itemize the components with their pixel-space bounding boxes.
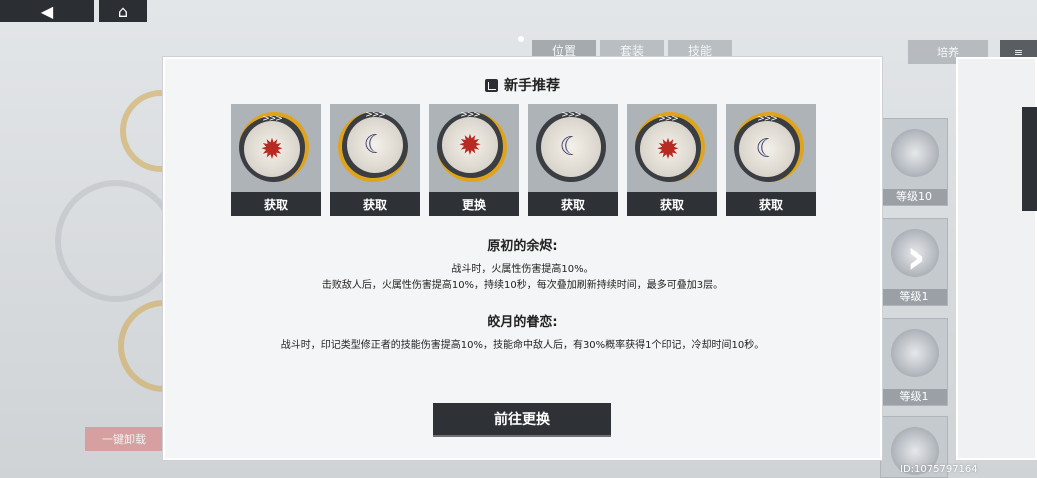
side-equipment-card[interactable]: 等级10 bbox=[880, 118, 948, 206]
equipment-slot[interactable]: >>> ✹ 更换 bbox=[429, 104, 519, 216]
slot-ring: >>> ☾ bbox=[338, 110, 408, 182]
set-name-moon-longing: 皎月的眷恋: bbox=[487, 315, 558, 330]
home-button[interactable]: ⌂ bbox=[99, 0, 147, 22]
set-name-primordial-ember: 原初的余烬: bbox=[487, 239, 558, 254]
crescent-bow-icon: ☾ bbox=[363, 130, 387, 160]
panel-title: 新手推荐 bbox=[165, 75, 880, 95]
flame-emblem-icon: ✹ bbox=[260, 132, 284, 166]
secondary-panel-marker bbox=[1022, 107, 1037, 211]
rank-chevrons-icon: >>> bbox=[658, 114, 679, 124]
equipment-slots: >>> ✹ 获取 >>> ☾ 获取 >>> ✹ 更换 >>> ☾ 获取 >>> … bbox=[231, 104, 816, 216]
back-arrow-icon: ◀ bbox=[40, 1, 54, 21]
next-arrow-icon[interactable]: › bbox=[893, 230, 939, 284]
crescent-bow-icon: ☾ bbox=[755, 134, 779, 164]
slot-action-button[interactable]: 获取 bbox=[627, 192, 717, 216]
secondary-panel bbox=[956, 57, 1037, 460]
slot-action-button[interactable]: 获取 bbox=[330, 192, 420, 216]
slot-ring: >>> ✹ bbox=[437, 110, 507, 182]
equipment-slot[interactable]: >>> ☾ 获取 bbox=[330, 104, 420, 216]
crescent-bow-icon: ☾ bbox=[559, 132, 583, 162]
equipment-disc-icon bbox=[891, 129, 939, 177]
slot-ring: >>> ✹ bbox=[635, 112, 705, 182]
slot-ring: >>> ☾ bbox=[734, 112, 804, 182]
go-replace-button[interactable]: 前往更换 bbox=[433, 403, 611, 437]
slot-action-button[interactable]: 更换 bbox=[429, 192, 519, 216]
flame-emblem-icon: ✹ bbox=[458, 128, 482, 162]
equipment-level: 等级1 bbox=[881, 389, 947, 405]
rank-chevrons-icon: >>> bbox=[561, 110, 582, 120]
recommendation-panel: 新手推荐 >>> ✹ 获取 >>> ☾ 获取 >>> ✹ 更换 >>> ☾ 获取… bbox=[163, 57, 882, 460]
equipment-slot[interactable]: >>> ☾ 获取 bbox=[726, 104, 816, 216]
slot-ring: >>> ☾ bbox=[536, 110, 606, 182]
equipment-slot[interactable]: >>> ✹ 获取 bbox=[231, 104, 321, 216]
slot-action-button[interactable]: 获取 bbox=[231, 192, 321, 216]
equipment-slot[interactable]: >>> ✹ 获取 bbox=[627, 104, 717, 216]
flame-emblem-icon: ✹ bbox=[656, 132, 680, 166]
thumbs-up-icon bbox=[485, 78, 498, 92]
home-icon: ⌂ bbox=[117, 1, 129, 21]
rank-chevrons-icon: >>> bbox=[262, 114, 283, 124]
rank-chevrons-icon: >>> bbox=[365, 110, 386, 120]
unequip-all-button[interactable]: 一键卸载 bbox=[85, 427, 163, 451]
background-ring bbox=[55, 180, 177, 302]
slot-action-button[interactable]: 获取 bbox=[528, 192, 618, 216]
equipment-level: 等级1 bbox=[881, 289, 947, 305]
set-effect-line: 战斗时，火属性伤害提高10%。 bbox=[451, 264, 594, 275]
slot-action-button[interactable]: 获取 bbox=[726, 192, 816, 216]
rank-chevrons-icon: >>> bbox=[757, 114, 778, 124]
back-button[interactable]: ◀ bbox=[0, 0, 94, 22]
user-id-label: ID:1075797164 bbox=[900, 464, 978, 475]
slot-ring: >>> ✹ bbox=[239, 112, 309, 182]
rank-chevrons-icon: >>> bbox=[460, 110, 481, 120]
page-indicator-dot bbox=[518, 36, 524, 42]
equipment-level: 等级10 bbox=[881, 189, 947, 205]
side-equipment-card[interactable]: 等级1 bbox=[880, 318, 948, 406]
equipment-disc-icon bbox=[891, 329, 939, 377]
set-effect-line: 战斗时，印记类型修正者的技能伤害提高10%，技能命中敌人后，有30%概率获得1个… bbox=[280, 340, 765, 351]
set-effect-line: 击败敌人后，火属性伤害提高10%，持续10秒，每次叠加刷新持续时间，最多可叠加3… bbox=[321, 280, 724, 291]
equipment-slot[interactable]: >>> ☾ 获取 bbox=[528, 104, 618, 216]
